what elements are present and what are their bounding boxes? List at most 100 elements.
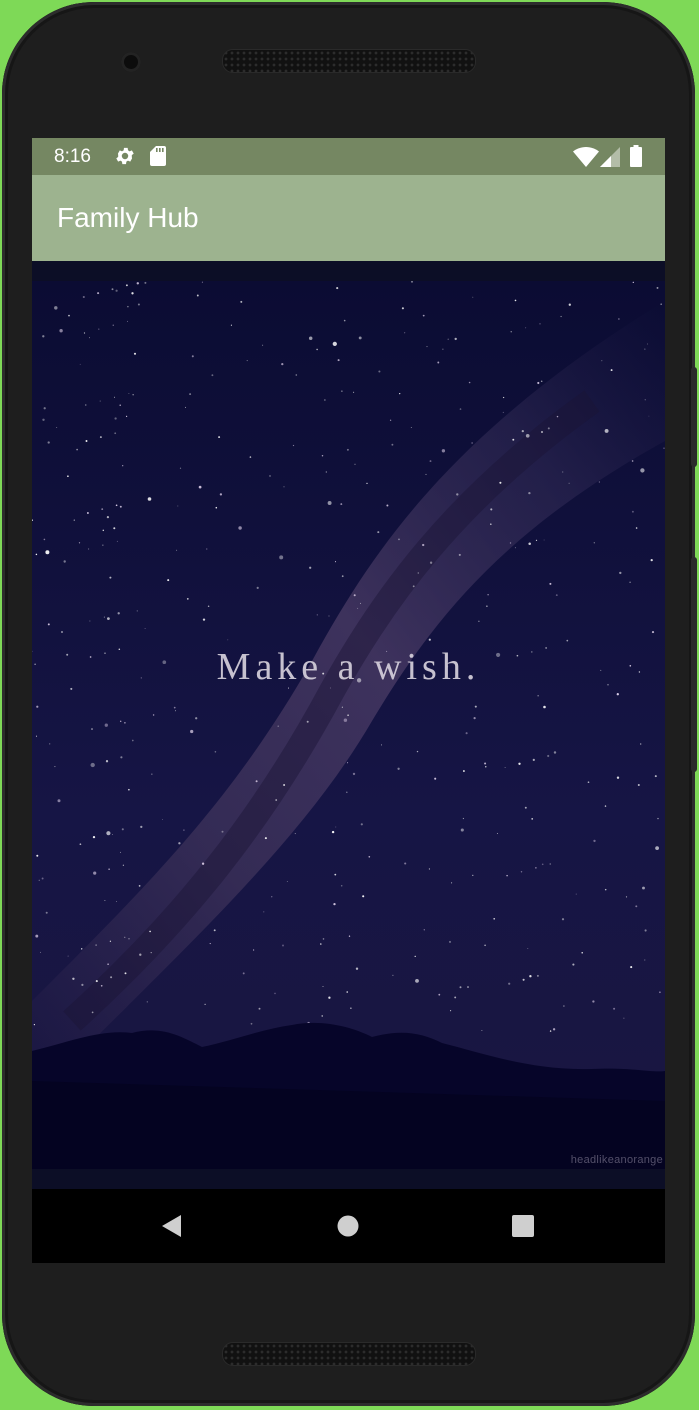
star — [178, 842, 181, 845]
star — [45, 550, 50, 555]
star — [386, 504, 389, 507]
star — [341, 390, 343, 392]
star — [355, 967, 359, 970]
star — [100, 984, 103, 987]
star — [78, 542, 81, 544]
star — [128, 392, 130, 394]
star — [102, 544, 104, 546]
star — [191, 355, 194, 358]
star — [250, 1022, 253, 1025]
star — [119, 505, 122, 508]
star — [316, 348, 318, 351]
app-title: Family Hub — [57, 202, 199, 233]
star — [336, 287, 339, 290]
back-icon[interactable] — [159, 1214, 183, 1238]
star — [632, 281, 634, 284]
star — [80, 948, 83, 950]
star — [328, 996, 331, 999]
star — [73, 519, 75, 521]
star — [357, 607, 359, 609]
star — [125, 415, 128, 418]
star — [124, 721, 126, 724]
star — [218, 436, 221, 439]
star — [215, 506, 218, 509]
star — [416, 750, 419, 753]
star — [404, 862, 407, 865]
star — [115, 504, 118, 507]
star — [139, 953, 142, 956]
star — [33, 1024, 35, 1026]
star — [308, 336, 313, 341]
star — [119, 404, 121, 406]
wifi-icon — [573, 147, 599, 167]
star — [656, 286, 659, 289]
star — [140, 825, 143, 829]
star — [531, 818, 534, 820]
star — [354, 463, 356, 465]
star — [121, 828, 124, 831]
star — [331, 830, 335, 834]
star — [183, 829, 185, 831]
star — [593, 542, 595, 544]
star — [184, 406, 187, 408]
star — [103, 616, 105, 618]
star — [618, 318, 620, 320]
star — [566, 639, 569, 642]
star — [128, 788, 130, 791]
star — [654, 775, 657, 778]
star — [238, 526, 242, 530]
star — [484, 762, 487, 765]
star — [650, 558, 653, 562]
star — [116, 540, 118, 542]
star — [283, 486, 285, 488]
star — [106, 515, 110, 519]
star — [334, 873, 337, 876]
star — [429, 561, 433, 564]
star — [136, 282, 139, 285]
star — [525, 327, 527, 329]
star — [484, 944, 486, 947]
star — [471, 442, 473, 444]
star — [647, 343, 649, 345]
star — [514, 299, 517, 302]
star — [535, 539, 538, 541]
star — [102, 529, 105, 532]
star — [246, 360, 248, 362]
star — [49, 743, 51, 745]
star — [256, 586, 259, 589]
star — [279, 555, 284, 560]
recent-apps-icon[interactable] — [512, 1215, 534, 1237]
star — [604, 888, 607, 891]
star — [89, 620, 91, 622]
star — [108, 868, 110, 870]
star — [378, 370, 381, 373]
star — [109, 576, 112, 579]
star — [35, 735, 38, 737]
star — [572, 963, 575, 966]
star — [447, 338, 449, 340]
volume-button — [691, 557, 697, 772]
star — [283, 784, 286, 786]
star — [281, 362, 284, 366]
star — [368, 855, 371, 858]
star — [499, 481, 502, 484]
sd-card-icon — [150, 146, 166, 166]
star — [568, 482, 570, 484]
star — [549, 863, 551, 865]
star — [631, 510, 634, 513]
star — [496, 833, 498, 834]
star — [412, 585, 415, 588]
star — [252, 949, 255, 951]
star — [113, 527, 116, 530]
star — [152, 714, 155, 716]
star — [547, 427, 550, 430]
home-icon[interactable] — [337, 1215, 359, 1237]
star — [502, 396, 505, 399]
star — [358, 336, 362, 340]
star — [201, 281, 203, 283]
star — [512, 438, 515, 441]
star — [429, 460, 432, 463]
star — [401, 307, 404, 310]
star — [207, 605, 210, 608]
star — [322, 938, 325, 940]
